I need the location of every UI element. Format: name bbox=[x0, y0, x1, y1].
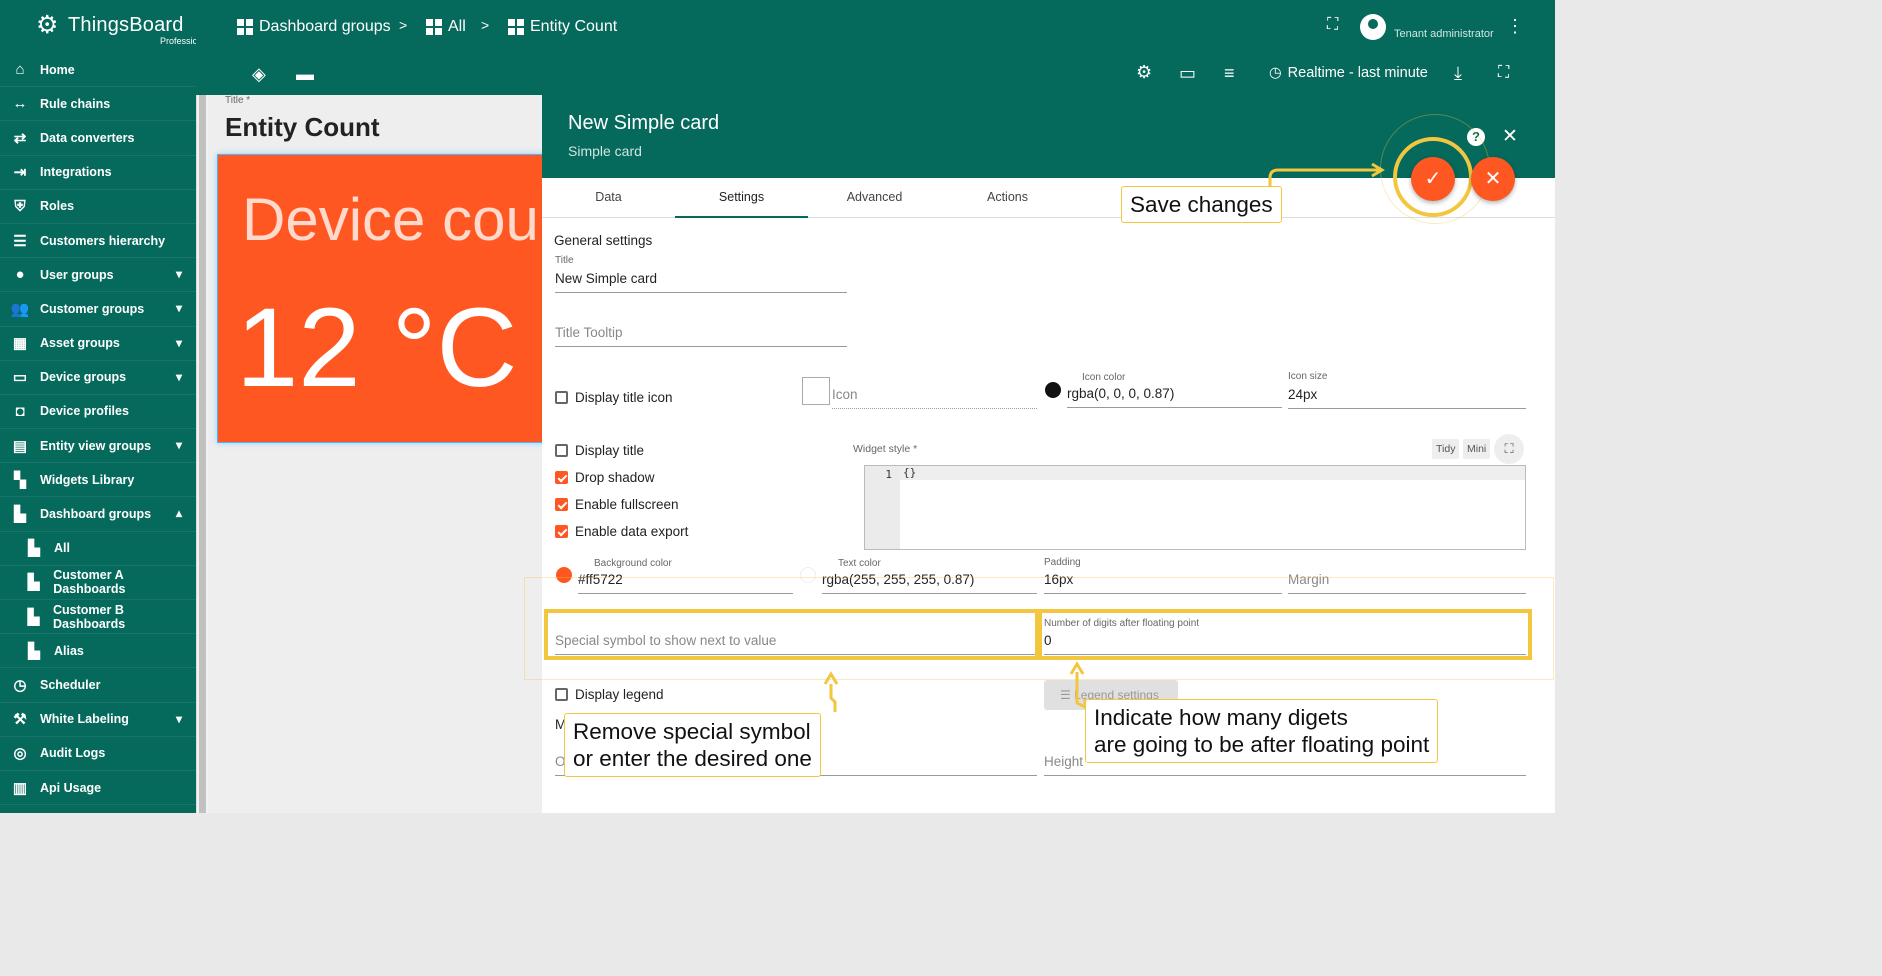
callout-text: or enter the desired one bbox=[573, 746, 812, 771]
decimals-callout: Indicate how many digets are going to be… bbox=[1085, 699, 1439, 763]
annotation-arrows bbox=[823, 162, 1385, 712]
callout-text: Remove special symbol bbox=[573, 719, 811, 744]
callout-text: are going to be after floating point bbox=[1094, 732, 1430, 757]
callout-text: Save changes bbox=[1130, 192, 1273, 217]
special-symbol-callout: Remove special symbol or enter the desir… bbox=[564, 713, 821, 777]
callout-text: Indicate how many digets bbox=[1094, 705, 1348, 730]
save-changes-callout: Save changes bbox=[1121, 186, 1282, 223]
